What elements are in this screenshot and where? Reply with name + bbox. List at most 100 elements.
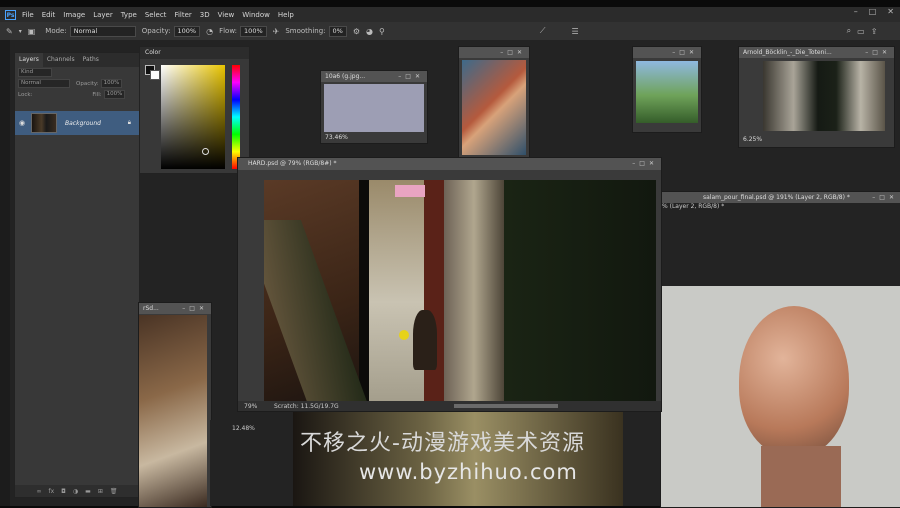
doc-window-controls[interactable]: –□✕ [632, 158, 658, 169]
doc-window-controls[interactable]: –□✕ [500, 47, 526, 58]
doc-window-5-subtitle: % (Layer 2, RGB/8) * [662, 203, 725, 210]
doc-canvas[interactable] [462, 60, 526, 155]
layer-row-background[interactable]: ◉ Background 🔒︎ [15, 111, 139, 135]
menu-edit[interactable]: Edit [42, 11, 56, 19]
search-icon[interactable]: ⌕ [847, 26, 851, 36]
menu-bar: Ps File Edit Image Layer Type Select Fil… [0, 7, 900, 22]
menu-filter[interactable]: Filter [174, 11, 191, 19]
arrange-icon[interactable]: ☰ [571, 27, 578, 36]
color-panel: Color [139, 46, 250, 174]
saturation-value-field[interactable] [161, 65, 225, 169]
main-doc-window[interactable]: HARD.psd @ 79% (RGB/8#) * –□✕ 79% Scratc… [237, 157, 662, 412]
link-icon[interactable]: ∞ [37, 488, 42, 495]
watermark-text: 不移之火-动漫游戏美术资源 [300, 431, 585, 456]
blend-mode-select[interactable]: Normal [18, 79, 70, 88]
main-doc-title: HARD.psd @ 79% (RGB/8#) * [248, 160, 337, 167]
doc-zoom: 73.46% [325, 134, 348, 141]
doc-canvas[interactable] [139, 315, 207, 507]
doc-canvas[interactable] [661, 286, 900, 507]
tab-paths[interactable]: Paths [79, 53, 103, 67]
brush-preset-icon[interactable]: ▾ [19, 28, 22, 35]
doc-canvas[interactable] [324, 84, 424, 132]
doc-window-1[interactable]: 10a6 (g.jpg... –□✕ 73.46% [320, 70, 428, 144]
layer-opacity-input[interactable]: 100% [100, 79, 123, 88]
airbrush-icon[interactable]: ✈ [273, 27, 280, 36]
brush-panel-icon[interactable]: ▣ [28, 27, 36, 36]
lock-icon: 🔒︎ [127, 119, 131, 126]
background-swatch[interactable] [150, 70, 160, 80]
doc-title: 10a6 (g.jpg... [325, 73, 366, 80]
menu-window[interactable]: Window [242, 11, 270, 19]
options-bar: ✎ ▾ ▣ Mode: Normal Opacity: 100% ◔ Flow:… [0, 22, 900, 41]
hue-slider[interactable] [232, 65, 240, 169]
fill-label: Fill: [92, 91, 102, 98]
doc-window-6[interactable]: rSd... –□✕ [138, 302, 212, 508]
brush-icon[interactable]: ⟋ [540, 26, 546, 36]
opacity-label: Opacity: [141, 27, 171, 35]
close-button[interactable]: ✕ [887, 7, 894, 16]
maximize-button[interactable]: □ [869, 7, 877, 16]
smoothing-settings-icon[interactable]: ⚙ [353, 27, 360, 36]
smoothing-label: Smoothing: [285, 27, 326, 35]
menu-help[interactable]: Help [278, 11, 294, 19]
doc-window-controls[interactable]: –□✕ [872, 192, 898, 203]
layer-thumbnail [31, 113, 57, 133]
pressure-opacity-icon[interactable]: ◔ [206, 27, 213, 36]
mode-label: Mode: [45, 27, 67, 35]
group-icon[interactable]: ▬ [85, 488, 91, 495]
mode-select[interactable]: Normal [69, 25, 136, 37]
toolbar-strip [0, 40, 10, 506]
window-controls: – □ ✕ [854, 7, 894, 16]
doc-canvas[interactable] [636, 61, 698, 123]
adjustment-icon[interactable]: ◑ [73, 488, 78, 495]
menu-view[interactable]: View [218, 11, 235, 19]
trash-icon[interactable]: 🗑︎ [110, 488, 118, 495]
eye-icon[interactable]: ◉ [19, 119, 25, 127]
minimize-button[interactable]: – [854, 7, 858, 16]
doc-window-controls[interactable]: –□✕ [865, 47, 891, 58]
menu-layer[interactable]: Layer [93, 11, 113, 19]
color-panel-title: Color [140, 47, 249, 59]
doc-window-controls[interactable]: –□✕ [398, 71, 424, 82]
layer-name: Background [65, 119, 101, 127]
doc-window-controls[interactable]: –□✕ [672, 47, 698, 58]
tab-channels[interactable]: Channels [43, 53, 79, 67]
color-picker-cursor[interactable] [202, 148, 209, 155]
workspace-icon[interactable]: ▭ [857, 27, 865, 36]
doc-window-4[interactable]: Arnold_Böcklin_-_Die_Toteni... –□✕ 6.25% [738, 46, 895, 148]
menu-select[interactable]: Select [145, 11, 167, 19]
menu-3d[interactable]: 3D [200, 11, 210, 19]
main-doc-zoom: 79% [244, 403, 258, 410]
fx-icon[interactable]: fx [49, 488, 55, 495]
share-icon[interactable]: ⇪ [871, 27, 878, 36]
mask-icon[interactable]: ◘ [61, 488, 66, 495]
opacity-input[interactable]: 100% [173, 25, 201, 37]
symmetry-icon[interactable]: ⚲ [379, 27, 385, 36]
main-canvas[interactable] [264, 180, 656, 402]
flow-input[interactable]: 100% [240, 25, 267, 37]
layer-filter-kind[interactable]: Kind [18, 68, 52, 77]
tab-layers[interactable]: Layers [15, 53, 43, 67]
doc-window-7[interactable] [210, 420, 270, 506]
layers-panel: Layers Channels Paths Kind Normal Opacit… [14, 52, 140, 498]
doc-window-2[interactable]: –□✕ [458, 46, 530, 158]
menu-type[interactable]: Type [121, 11, 137, 19]
smoothing-input[interactable]: 0% [328, 25, 347, 37]
doc-window-3[interactable]: –□✕ [632, 46, 702, 133]
doc-title: Arnold_Böcklin_-_Die_Toteni... [743, 49, 832, 56]
doc-title: rSd... [143, 305, 159, 312]
brush-tool-icon[interactable]: ✎ [6, 27, 13, 36]
lock-label: Lock: [18, 91, 33, 98]
menu-file[interactable]: File [22, 11, 34, 19]
doc-title: salam_pour_final.psd @ 191% (Layer 2, RG… [703, 194, 850, 201]
pressure-size-icon[interactable]: ◕ [366, 27, 373, 36]
menu-image[interactable]: Image [63, 11, 85, 19]
fill-input[interactable]: 100% [103, 90, 126, 99]
main-doc-status-bar: 79% Scratch: 11.5G/19.7G [238, 401, 661, 411]
doc-window-5[interactable]: salam_pour_final.psd @ 191% (Layer 2, RG… [660, 191, 900, 508]
doc-window-controls[interactable]: –□✕ [182, 303, 208, 314]
horizontal-scrollbar[interactable] [454, 404, 558, 408]
photoshop-logo-icon: Ps [5, 9, 16, 20]
new-layer-icon[interactable]: ⊞ [98, 488, 103, 495]
doc-canvas[interactable] [763, 61, 885, 131]
